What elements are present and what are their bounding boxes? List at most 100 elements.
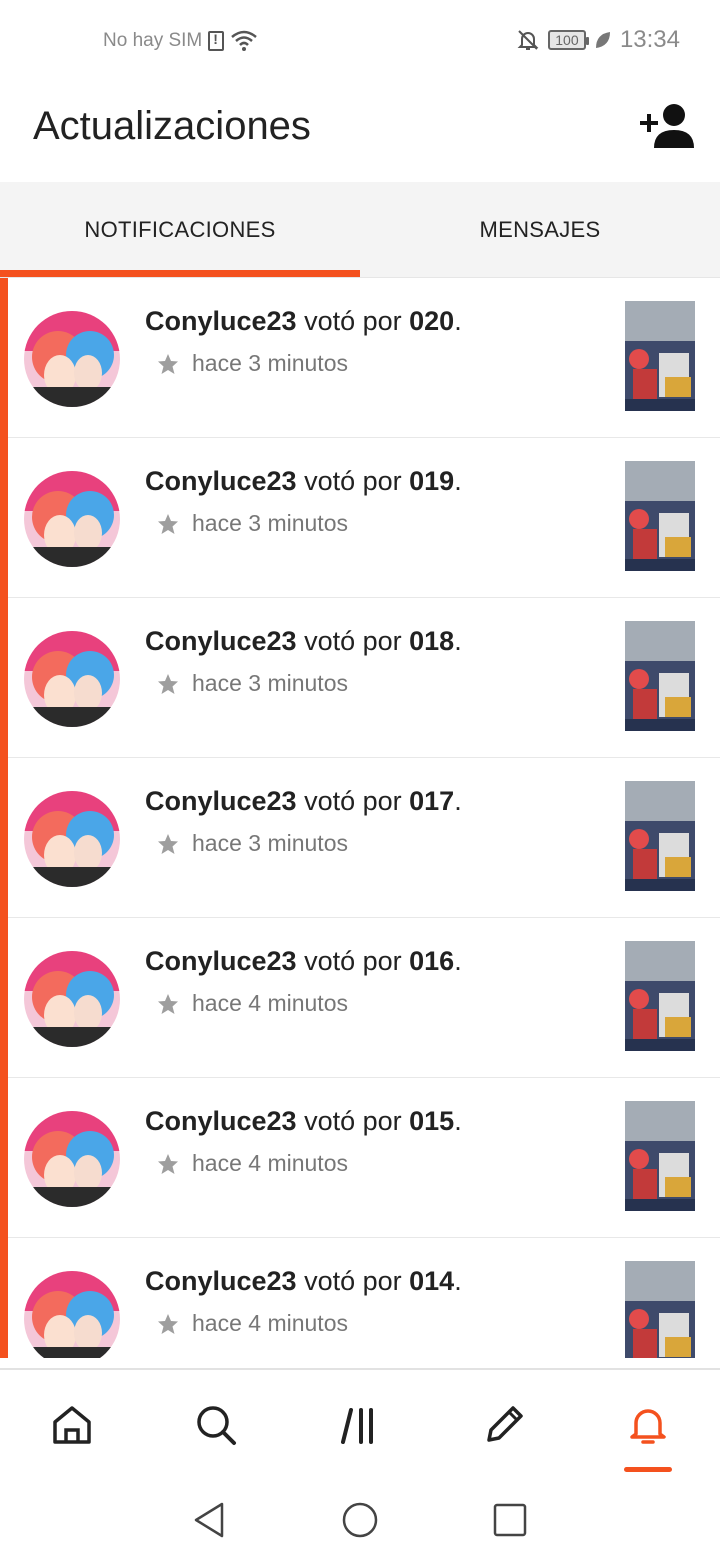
add-user-button[interactable] [640, 102, 696, 150]
list-item[interactable]: Conyluce23 votó por 017. hace 3 minutos [0, 758, 720, 918]
action-text: votó por [296, 306, 410, 336]
recents-square-icon[interactable] [490, 1500, 530, 1540]
notification-meta: hace 4 minutos [156, 990, 348, 1017]
star-icon [158, 673, 178, 694]
screen: No hay SIM 100 13:34 Actualizaciones [0, 0, 720, 1560]
sim-alert-icon [208, 31, 225, 51]
username[interactable]: Conyluce23 [145, 466, 297, 496]
part-name[interactable]: 016 [409, 946, 454, 976]
part-name[interactable]: 018 [409, 626, 454, 656]
story-cover[interactable] [625, 301, 695, 411]
action-text: votó por [296, 466, 410, 496]
story-cover-image [625, 781, 695, 891]
nav-home[interactable] [0, 1370, 144, 1480]
timestamp: hace 3 minutos [192, 670, 348, 696]
avatar[interactable] [24, 791, 120, 887]
notification-meta: hace 3 minutos [156, 350, 348, 377]
back-triangle-icon[interactable] [190, 1500, 230, 1540]
battery-indicator: 100 [547, 30, 589, 50]
user-avatar-image [24, 951, 120, 1047]
leaf-icon [595, 32, 610, 48]
username[interactable]: Conyluce23 [145, 1266, 297, 1296]
app-header: Actualizaciones [0, 84, 720, 182]
timestamp: hace 3 minutos [192, 830, 348, 856]
part-name[interactable]: 017 [409, 786, 454, 816]
list-item[interactable]: Conyluce23 votó por 020. hace 3 minutos [0, 278, 720, 438]
username[interactable]: Conyluce23 [145, 1106, 297, 1136]
system-nav [0, 1480, 720, 1560]
action-text: votó por [296, 1266, 410, 1296]
bell-off-icon [517, 30, 539, 50]
page-title: Actualizaciones [33, 104, 311, 148]
tab-label: NOTIFICACIONES [84, 216, 276, 242]
notifications-list[interactable]: Conyluce23 votó por 020. hace 3 minutos [0, 278, 720, 1358]
carrier-label: No hay SIM [103, 30, 203, 51]
story-cover[interactable] [625, 1261, 695, 1358]
tab-bar: NOTIFICACIONES MENSAJES [0, 182, 720, 278]
story-cover[interactable] [625, 621, 695, 731]
action-text: votó por [296, 946, 410, 976]
notification-meta: hace 3 minutos [156, 510, 348, 537]
username[interactable]: Conyluce23 [145, 626, 297, 656]
wifi-icon [231, 30, 258, 51]
nav-library[interactable] [288, 1370, 432, 1480]
username[interactable]: Conyluce23 [145, 306, 297, 336]
username[interactable]: Conyluce23 [145, 786, 297, 816]
period: . [454, 946, 462, 976]
avatar[interactable] [24, 631, 120, 727]
story-cover[interactable] [625, 1101, 695, 1211]
action-text: votó por [296, 786, 410, 816]
star-icon [158, 353, 178, 374]
user-avatar-image [24, 311, 120, 407]
period: . [454, 786, 462, 816]
star-icon [158, 1153, 178, 1174]
timestamp: hace 4 minutos [192, 1310, 348, 1336]
action-text: votó por [296, 626, 410, 656]
notification-meta: hace 4 minutos [156, 1310, 348, 1337]
story-cover-image [625, 1101, 695, 1211]
avatar[interactable] [24, 471, 120, 567]
nav-write[interactable] [432, 1370, 576, 1480]
notification-text: Conyluce23 votó por 017. [145, 786, 462, 817]
user-avatar-image [24, 1271, 120, 1358]
scroll-accent [0, 278, 8, 1358]
status-left: No hay SIM [103, 30, 258, 52]
nav-notifications[interactable] [576, 1370, 720, 1480]
story-cover-image [625, 621, 695, 731]
clock: 13:34 [619, 26, 680, 53]
part-name[interactable]: 014 [409, 1266, 454, 1296]
period: . [454, 626, 462, 656]
avatar[interactable] [24, 1271, 120, 1358]
story-cover[interactable] [625, 781, 695, 891]
list-item[interactable]: Conyluce23 votó por 018. hace 3 minutos [0, 598, 720, 758]
list-item[interactable]: Conyluce23 votó por 014. hace 4 minutos [0, 1238, 720, 1358]
tab-label: MENSAJES [479, 216, 601, 242]
notification-meta: hace 3 minutos [156, 670, 348, 697]
part-name[interactable]: 019 [409, 466, 454, 496]
tab-messages[interactable]: MENSAJES [360, 182, 720, 277]
avatar[interactable] [24, 951, 120, 1047]
notification-meta: hace 4 minutos [156, 1150, 348, 1177]
notification-text: Conyluce23 votó por 020. [145, 306, 462, 337]
part-name[interactable]: 020 [409, 306, 454, 336]
list-items: Conyluce23 votó por 020. hace 3 minutos [0, 278, 720, 1358]
avatar[interactable] [24, 311, 120, 407]
part-name[interactable]: 015 [409, 1106, 454, 1136]
story-cover[interactable] [625, 941, 695, 1051]
username[interactable]: Conyluce23 [145, 946, 297, 976]
star-icon [158, 513, 178, 534]
nav-search[interactable] [144, 1370, 288, 1480]
period: . [454, 466, 462, 496]
action-text: votó por [296, 1106, 410, 1136]
period: . [454, 306, 462, 336]
list-item[interactable]: Conyluce23 votó por 016. hace 4 minutos [0, 918, 720, 1078]
list-item[interactable]: Conyluce23 votó por 015. hace 4 minutos [0, 1078, 720, 1238]
status-bar: No hay SIM 100 13:34 [0, 0, 720, 84]
notification-text: Conyluce23 votó por 015. [145, 1106, 462, 1137]
list-item[interactable]: Conyluce23 votó por 019. hace 3 minutos [0, 438, 720, 598]
avatar[interactable] [24, 1111, 120, 1207]
story-cover[interactable] [625, 461, 695, 571]
bottom-nav [0, 1368, 720, 1480]
tab-notifications[interactable]: NOTIFICACIONES [0, 182, 360, 277]
home-circle-icon[interactable] [340, 1500, 380, 1540]
